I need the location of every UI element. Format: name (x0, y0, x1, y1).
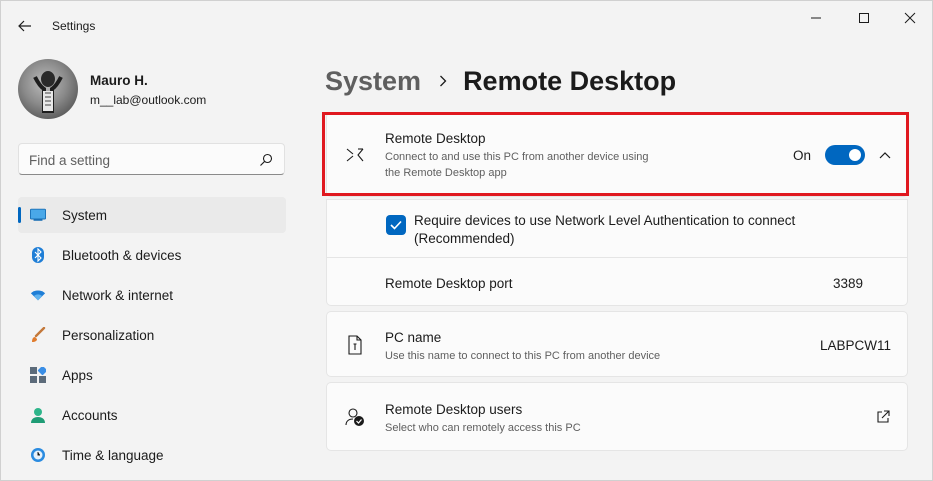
remote-desktop-toggle[interactable] (825, 145, 865, 165)
user-name: Mauro H. (90, 73, 148, 88)
remote-desktop-options: Require devices to use Network Level Aut… (326, 199, 908, 306)
title-bar: Settings (1, 1, 932, 51)
remote-desktop-card[interactable]: Remote Desktop Connect to and use this P… (326, 112, 908, 197)
time-language-icon (30, 447, 46, 463)
nla-label: Require devices to use Network Level Aut… (414, 212, 864, 248)
port-value: 3389 (832, 276, 863, 291)
close-icon (904, 12, 916, 24)
users-title: Remote Desktop users (385, 402, 523, 417)
breadcrumb-parent[interactable]: System (325, 66, 421, 97)
back-arrow-icon (18, 20, 31, 32)
sidebar-item-label: System (62, 207, 108, 223)
accounts-icon (30, 407, 46, 423)
external-link-icon[interactable] (875, 409, 891, 425)
search-input[interactable] (29, 150, 249, 170)
maximize-button[interactable] (841, 3, 887, 33)
system-icon (30, 207, 46, 223)
sidebar-item-label: Personalization (62, 327, 155, 343)
remote-desktop-description: Connect to and use this PC from another … (385, 149, 649, 181)
pc-name-icon (345, 335, 365, 355)
sidebar-item-label: Network & internet (62, 287, 174, 303)
avatar (18, 59, 78, 119)
sidebar-item-apps[interactable]: Apps (18, 357, 286, 393)
avatar-figure-icon (33, 71, 63, 113)
search-icon[interactable] (258, 152, 274, 168)
search-box[interactable] (18, 143, 285, 175)
bluetooth-icon (30, 247, 46, 263)
user-email: m__lab@outlook.com (90, 93, 207, 107)
users-description: Select who can remotely access this PC (385, 422, 581, 434)
remote-desktop-title: Remote Desktop (385, 131, 486, 146)
remote-desktop-users-card[interactable]: Remote Desktop users Select who can remo… (326, 382, 908, 451)
page-title: Remote Desktop (463, 65, 677, 96)
chevron-right-icon (439, 75, 447, 87)
chevron-up-icon[interactable] (875, 145, 895, 165)
description-line: Connect to and use this PC from another … (385, 151, 649, 163)
remote-desktop-icon (345, 145, 365, 165)
pc-name-card: PC name Use this name to connect to this… (326, 311, 908, 377)
maximize-icon (859, 13, 869, 23)
sidebar-item-network[interactable]: Network & internet (18, 277, 286, 313)
toggle-state-label: On (793, 148, 812, 163)
settings-window: Settings Mauro H. m__lab@outlook.com Fin… (0, 0, 933, 481)
description-line: the Remote Desktop app (385, 167, 507, 179)
user-profile[interactable]: Mauro H. m__lab@outlook.com (18, 59, 288, 121)
brush-icon (30, 327, 46, 343)
nla-label-line: (Recommended) (414, 231, 515, 246)
minimize-button[interactable] (793, 3, 839, 33)
sidebar-item-label: Bluetooth & devices (62, 247, 182, 263)
pc-name-value: LABPCW11 (819, 338, 891, 353)
sidebar-item-label: Time & language (62, 447, 164, 463)
sidebar-item-personalization[interactable]: Personalization (18, 317, 286, 353)
close-button[interactable] (887, 3, 933, 33)
pc-name-title: PC name (385, 330, 442, 345)
sidebar-item-label: Apps (62, 367, 93, 383)
pc-name-description: Use this name to connect to this PC from… (385, 350, 661, 362)
apps-icon (30, 367, 46, 383)
user-check-icon (345, 407, 365, 427)
network-icon (30, 287, 46, 303)
app-title: Settings (52, 19, 96, 33)
sidebar-item-bluetooth[interactable]: Bluetooth & devices (18, 237, 286, 273)
sidebar-nav: System Bluetooth & devices Network & int… (18, 197, 286, 477)
breadcrumb: System Remote Desktop (325, 61, 676, 101)
sidebar-item-accounts[interactable]: Accounts (18, 397, 286, 433)
port-label: Remote Desktop port (385, 276, 513, 291)
nla-label-line: Require devices to use Network Level Aut… (414, 213, 796, 228)
toggle-knob (849, 149, 861, 161)
sidebar-item-system[interactable]: System (18, 197, 286, 233)
back-button[interactable] (11, 13, 39, 39)
sidebar-item-label: Accounts (62, 407, 118, 423)
checkmark-icon (390, 220, 402, 230)
nla-checkbox[interactable] (386, 215, 406, 235)
divider (327, 257, 907, 258)
sidebar-item-time-language[interactable]: Time & language (18, 437, 286, 473)
minimize-icon (811, 17, 821, 19)
